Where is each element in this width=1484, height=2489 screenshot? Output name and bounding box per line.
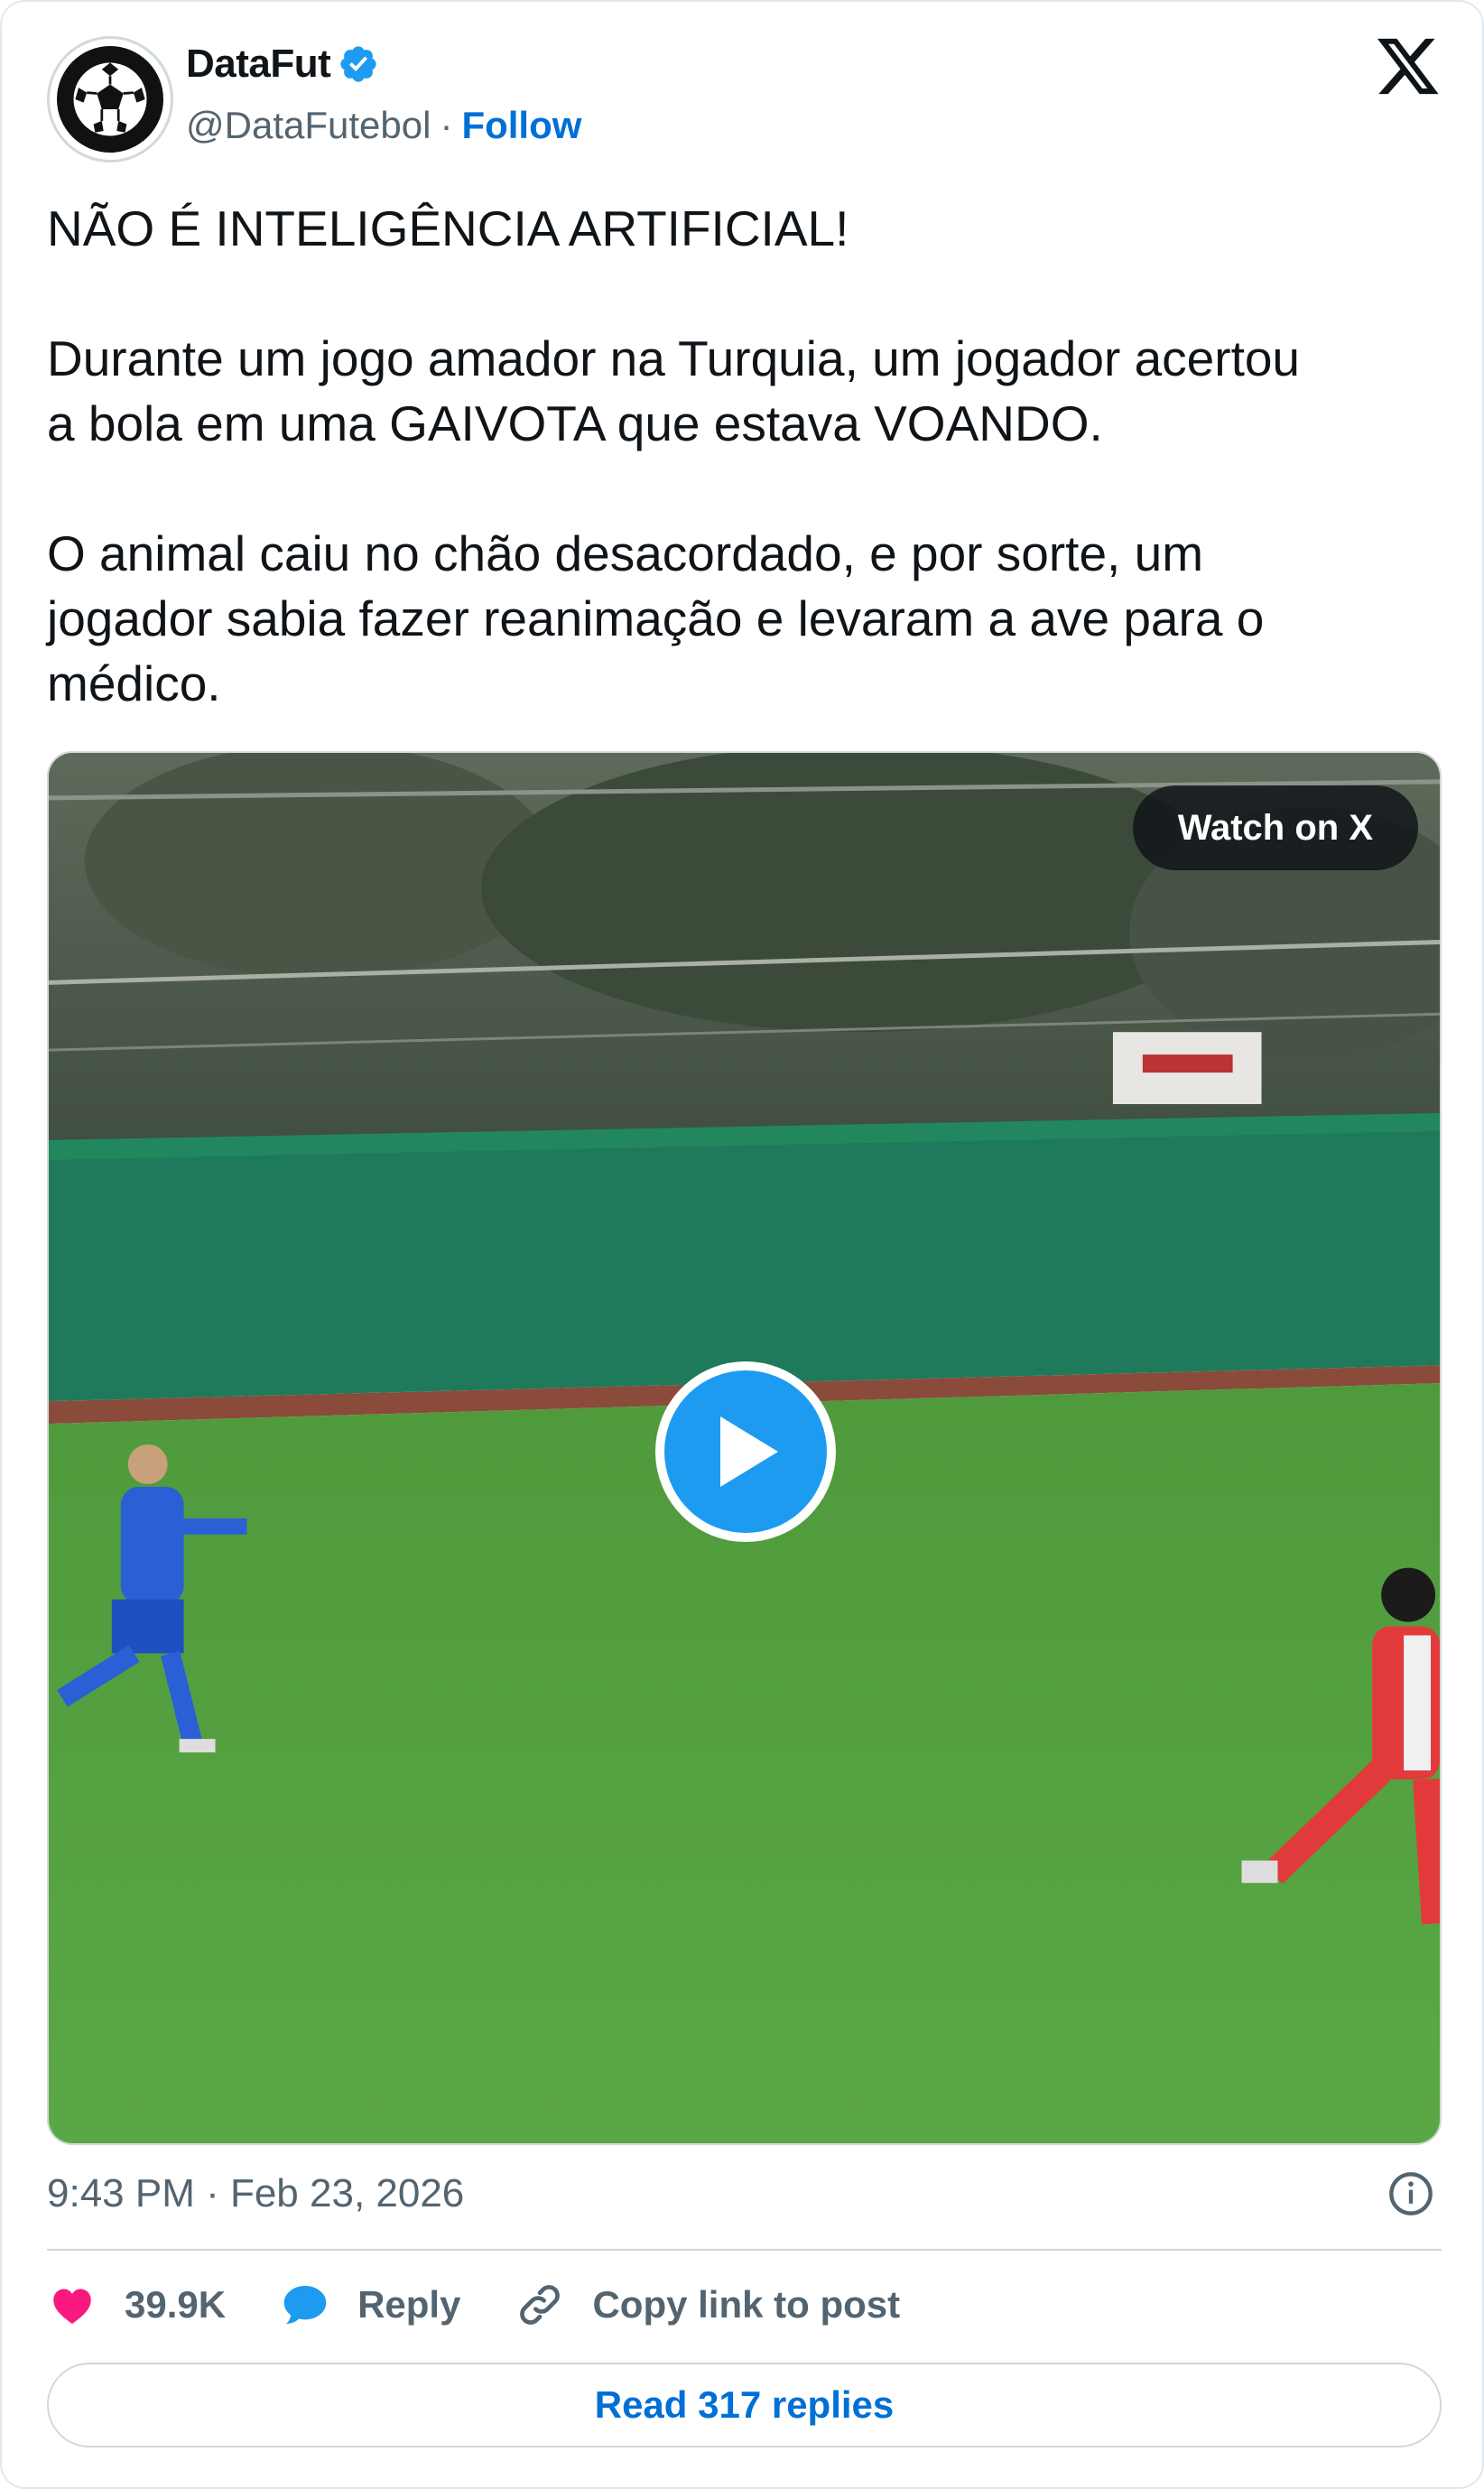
separator-dot: · [440, 104, 453, 146]
like-count: 39.9K [125, 2283, 227, 2326]
divider [47, 2249, 1442, 2251]
play-icon [720, 1416, 778, 1487]
like-button[interactable]: 39.9K [47, 2280, 226, 2330]
tweet-card: DataFut @DataFutebol · Follow NÃO É INTE… [0, 0, 1484, 2489]
action-bar: 39.9K Reply Copy link to post [47, 2277, 954, 2333]
heart-icon [53, 2289, 91, 2324]
avatar[interactable] [47, 36, 173, 163]
soccer-ball-icon [57, 46, 163, 153]
reply-button[interactable]: Reply [280, 2280, 460, 2330]
author-handle-row: @DataFutebol · Follow [186, 104, 581, 147]
verified-badge-icon [340, 46, 376, 82]
reply-label: Reply [357, 2283, 461, 2326]
author-handle[interactable]: @DataFutebol [186, 104, 431, 147]
post-timestamp[interactable]: 9:43 PM · Feb 23, 2026 [47, 2171, 464, 2216]
video-player[interactable]: Watch on X [47, 751, 1442, 2145]
reply-bubble-icon [283, 2286, 327, 2324]
info-icon[interactable] [1387, 2170, 1434, 2217]
copy-link-label: Copy link to post [592, 2283, 901, 2326]
watch-on-x-button[interactable]: Watch on X [1132, 785, 1418, 870]
copy-link-button[interactable]: Copy link to post [515, 2280, 900, 2330]
x-logo-icon[interactable] [1377, 38, 1441, 98]
link-icon [520, 2285, 561, 2325]
author-name-row: DataFut [186, 42, 379, 87]
display-name[interactable]: DataFut [186, 42, 331, 87]
tweet-text: NÃO É INTELIGÊNCIA ARTIFICIAL! Durante u… [47, 200, 1301, 711]
follow-button[interactable]: Follow [461, 104, 581, 147]
play-button[interactable] [655, 1361, 836, 1542]
read-replies-button[interactable]: Read 317 replies [47, 2363, 1442, 2447]
